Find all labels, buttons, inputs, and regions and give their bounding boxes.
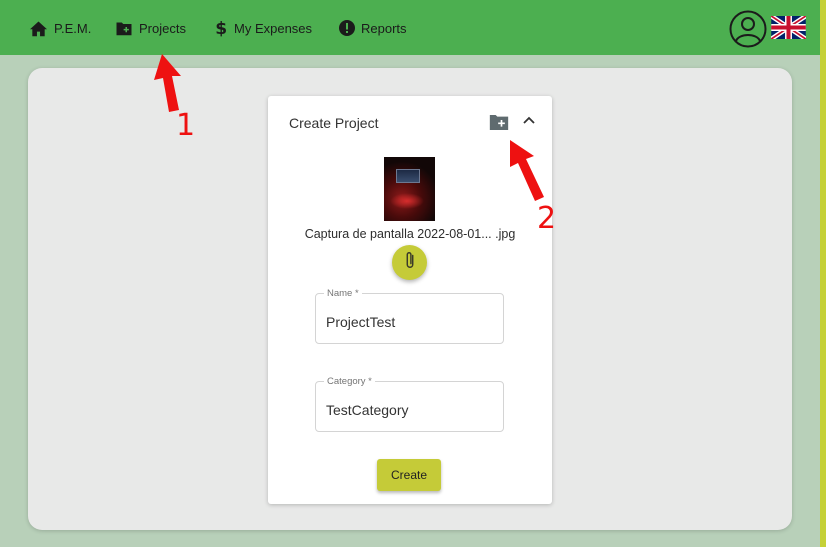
top-navigation-bar: P.E.M. Projects $ My Expenses Reports [0,0,820,55]
nav-item-my-expenses[interactable]: $ My Expenses [214,18,312,38]
attached-image-thumbnail [384,157,435,221]
category-field: Category * [315,376,504,432]
category-field-label: Category * [324,376,375,387]
alert-circle-icon [339,20,355,36]
nav-item-reports[interactable]: Reports [339,18,407,38]
folder-plus-icon [115,21,133,36]
card-title: Create Project [289,115,379,131]
create-button[interactable]: Create [377,459,441,491]
attached-file-name: Captura de pantalla 2022-08-01... .jpg [304,227,516,241]
attach-file-button[interactable] [392,245,427,280]
name-input[interactable] [326,314,496,330]
chevron-up-icon[interactable] [520,112,538,130]
dollar-icon: $ [214,19,228,38]
annotation-number-2: 2 [537,201,557,236]
name-field: Name * [315,288,504,344]
add-project-folder-icon[interactable] [489,114,511,134]
home-icon [29,20,48,37]
right-edge-strip [820,0,826,547]
svg-text:$: $ [215,19,227,38]
nav-item-projects[interactable]: Projects [115,18,186,38]
user-avatar-icon[interactable] [729,10,767,48]
nav-item-label: Reports [361,20,407,36]
annotation-arrow-2 [510,140,544,201]
name-field-label: Name * [324,288,362,299]
nav-item-label: Projects [139,20,186,36]
nav-item-home[interactable]: P.E.M. [29,18,91,38]
uk-flag-icon[interactable] [769,14,808,41]
paperclip-icon [403,250,417,275]
annotation-arrow-1 [154,54,181,112]
annotation-number-1: 1 [176,108,196,143]
nav-item-label: P.E.M. [54,20,92,36]
category-input[interactable] [326,402,496,418]
nav-item-label: My Expenses [234,20,313,36]
